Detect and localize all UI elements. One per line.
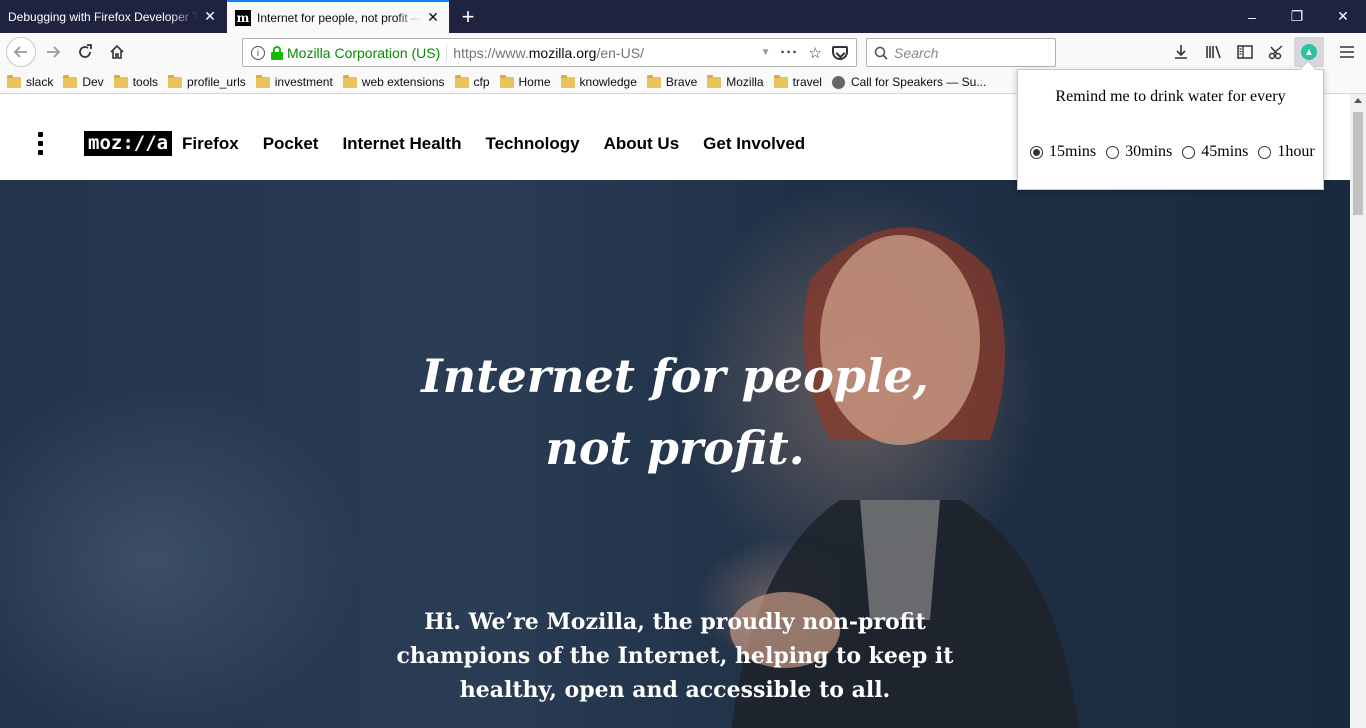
folder-icon bbox=[168, 74, 183, 88]
folder-icon bbox=[63, 74, 78, 88]
mozilla-favicon-icon: m bbox=[235, 9, 251, 26]
dropdown-arrow-icon[interactable]: ▼ bbox=[761, 47, 771, 58]
nav-link-internet-health[interactable]: Internet Health bbox=[342, 134, 461, 154]
folder-icon bbox=[113, 74, 128, 88]
popup-title: Remind me to drink water for every bbox=[1055, 88, 1286, 105]
library-button[interactable] bbox=[1199, 37, 1229, 67]
library-icon bbox=[1206, 45, 1221, 59]
bookmark-folder[interactable]: knowledge bbox=[560, 74, 637, 89]
more-menu-icon[interactable] bbox=[38, 132, 44, 155]
search-input[interactable] bbox=[894, 44, 1044, 61]
info-icon[interactable]: i bbox=[251, 45, 265, 60]
home-icon bbox=[110, 44, 124, 59]
url-bar[interactable]: i Mozilla Corporation (US) https://www.m… bbox=[242, 38, 857, 67]
tab-title: Debugging with Firefox Developer Tools bbox=[8, 9, 198, 24]
reload-button[interactable] bbox=[70, 37, 100, 67]
minimize-icon[interactable]: – bbox=[1229, 0, 1275, 33]
mozilla-logo[interactable]: moz://a bbox=[84, 131, 173, 156]
water-reminder-popup: Remind me to drink water for every 15min… bbox=[1017, 60, 1324, 190]
download-icon bbox=[1175, 45, 1187, 59]
tab-bar: Debugging with Firefox Developer Tools ✕… bbox=[0, 0, 1366, 33]
site-identity[interactable]: Mozilla Corporation (US) bbox=[287, 44, 448, 61]
option-15mins[interactable]: 15mins bbox=[1030, 143, 1096, 161]
nav-link-technology[interactable]: Technology bbox=[485, 134, 579, 154]
bookmark-folder[interactable]: web extensions bbox=[342, 74, 445, 89]
bookmark-folder[interactable]: profile_urls bbox=[168, 74, 246, 89]
bookmark-folder[interactable]: cfp bbox=[454, 74, 490, 89]
nav-link-firefox[interactable]: Firefox bbox=[182, 134, 239, 154]
sidebar-button[interactable] bbox=[1230, 37, 1260, 67]
back-button[interactable] bbox=[6, 37, 36, 67]
hamburger-menu-icon bbox=[1340, 46, 1354, 58]
bookmark-folder[interactable]: Mozilla bbox=[707, 74, 764, 89]
interval-options: 15mins 30mins 45mins 1hour bbox=[1030, 143, 1315, 161]
forward-button[interactable] bbox=[38, 37, 68, 67]
radio-button[interactable] bbox=[1258, 145, 1272, 159]
bookmark-folder[interactable]: travel bbox=[773, 74, 822, 89]
navigation-toolbar: i Mozilla Corporation (US) https://www.m… bbox=[0, 33, 1366, 71]
page-actions-icon[interactable]: ··· bbox=[781, 44, 799, 61]
folder-icon bbox=[646, 74, 661, 88]
close-icon[interactable]: ✕ bbox=[202, 8, 218, 25]
scissors-icon bbox=[1268, 45, 1283, 60]
bookmark-link[interactable]: Call for Speakers — Su... bbox=[831, 75, 986, 89]
globe-icon bbox=[831, 75, 845, 89]
pocket-icon[interactable] bbox=[832, 45, 848, 60]
nav-link-about-us[interactable]: About Us bbox=[604, 134, 680, 154]
search-bar[interactable] bbox=[866, 38, 1056, 67]
back-arrow-icon bbox=[13, 46, 27, 58]
folder-icon bbox=[255, 74, 270, 88]
tab-debugging[interactable]: Debugging with Firefox Developer Tools ✕ bbox=[0, 0, 226, 33]
screenshot-button[interactable] bbox=[1262, 37, 1292, 67]
tab-title: Internet for people, not profit — Mozill… bbox=[257, 10, 421, 25]
scroll-up-arrow-icon[interactable] bbox=[1354, 98, 1362, 103]
option-30mins[interactable]: 30mins bbox=[1106, 143, 1172, 161]
bookmark-folder[interactable]: Dev bbox=[63, 74, 104, 89]
vertical-scrollbar[interactable] bbox=[1350, 94, 1366, 728]
folder-icon bbox=[342, 74, 357, 88]
radio-button[interactable] bbox=[1106, 145, 1120, 159]
bookmark-folder[interactable]: investment bbox=[255, 74, 333, 89]
hero-subtitle: Hi. We’re Mozilla, the proudly non-profi… bbox=[396, 609, 954, 703]
tab-mozilla[interactable]: m Internet for people, not profit — Mozi… bbox=[227, 0, 449, 33]
downloads-button[interactable] bbox=[1166, 37, 1196, 67]
menu-button[interactable] bbox=[1332, 37, 1362, 67]
nav-link-pocket[interactable]: Pocket bbox=[263, 134, 319, 154]
home-button[interactable] bbox=[102, 37, 132, 67]
new-tab-button[interactable]: + bbox=[452, 0, 484, 33]
bookmark-star-icon[interactable]: ☆ bbox=[809, 44, 822, 62]
folder-icon bbox=[454, 74, 469, 88]
hero-section: Internet for people, not profit. Hi. We’… bbox=[0, 180, 1350, 728]
bookmark-folder[interactable]: slack bbox=[7, 74, 53, 89]
restore-icon[interactable]: ❐ bbox=[1274, 0, 1320, 33]
forward-arrow-icon bbox=[47, 46, 61, 58]
option-1hour[interactable]: 1hour bbox=[1258, 143, 1315, 161]
scroll-thumb[interactable] bbox=[1353, 112, 1363, 215]
radio-button[interactable] bbox=[1182, 145, 1196, 159]
water-drop-icon: ▲ bbox=[1301, 44, 1317, 60]
bookmark-folder[interactable]: Home bbox=[499, 74, 551, 89]
bookmark-folder[interactable]: tools bbox=[113, 74, 158, 89]
url-text[interactable]: https://www.mozilla.org/en-US/ bbox=[453, 45, 760, 61]
folder-icon bbox=[707, 74, 722, 88]
option-45mins[interactable]: 45mins bbox=[1182, 143, 1248, 161]
folder-icon bbox=[560, 74, 575, 88]
reload-icon bbox=[79, 44, 92, 58]
radio-button[interactable] bbox=[1030, 145, 1043, 159]
folder-icon bbox=[773, 74, 788, 88]
hero-title: Internet for people, not profit. bbox=[421, 349, 929, 475]
nav-link-get-involved[interactable]: Get Involved bbox=[703, 134, 805, 154]
window-close-icon[interactable]: ✕ bbox=[1320, 0, 1366, 33]
folder-icon bbox=[499, 74, 514, 88]
folder-icon bbox=[7, 74, 21, 88]
bookmark-folder[interactable]: Brave bbox=[646, 74, 697, 89]
close-icon[interactable]: ✕ bbox=[425, 9, 441, 26]
lock-icon[interactable] bbox=[271, 45, 283, 60]
sidebar-icon bbox=[1237, 45, 1253, 59]
search-icon bbox=[874, 46, 888, 60]
